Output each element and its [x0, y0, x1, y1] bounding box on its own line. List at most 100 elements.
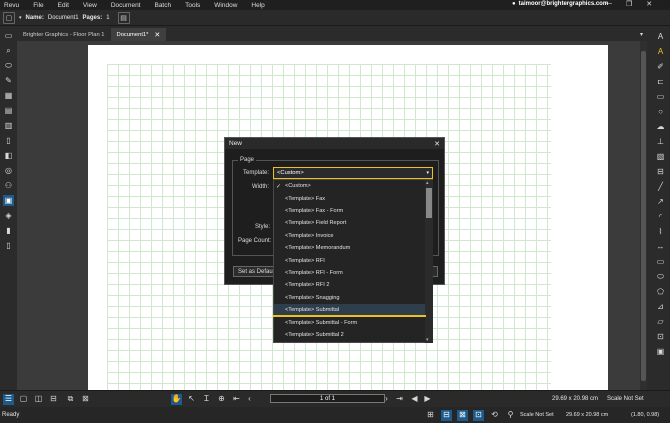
- dropdown-option[interactable]: <Template> RFI 2: [274, 279, 426, 291]
- dialog-titlebar[interactable]: New ✕: [225, 138, 444, 149]
- search-icon[interactable]: ⌕: [3, 45, 14, 56]
- image-icon[interactable]: ▧: [655, 151, 666, 162]
- close-tab-icon[interactable]: ✕: [154, 31, 160, 39]
- scroll-thumb[interactable]: [641, 51, 646, 381]
- vertical-scrollbar[interactable]: [640, 41, 647, 390]
- properties-icon[interactable]: ▤: [3, 105, 14, 116]
- prev-page-icon[interactable]: ‹: [244, 394, 255, 405]
- dropdown-arrow-icon[interactable]: ▾: [19, 15, 22, 21]
- scroll-down-icon[interactable]: ▾: [426, 337, 429, 343]
- select-text-icon[interactable]: Ɪ: [201, 394, 212, 405]
- menu-batch[interactable]: Batch: [147, 2, 178, 9]
- bookmarks-icon[interactable]: ⬭: [3, 60, 14, 71]
- dimension-icon[interactable]: ↔: [655, 241, 666, 252]
- first-page-icon[interactable]: ⇤: [231, 394, 242, 405]
- minimize-icon[interactable]: —: [605, 0, 612, 8]
- dropdown-option[interactable]: <Custom>: [274, 180, 426, 192]
- thumbnails-icon[interactable]: ▭: [3, 30, 14, 41]
- rectangle-tool-icon[interactable]: ▭: [655, 256, 666, 267]
- close-window-icon[interactable]: ✕: [646, 0, 652, 8]
- menu-window[interactable]: Window: [207, 2, 244, 9]
- dropdown-scroll-thumb[interactable]: [426, 188, 432, 218]
- grid-icon[interactable]: ⊞: [425, 410, 436, 421]
- dropdown-option[interactable]: <Template> Submittal - Form: [274, 316, 426, 328]
- list-view-icon[interactable]: ☰: [3, 393, 14, 405]
- dropdown-option[interactable]: <Template> Memorandum: [274, 242, 426, 254]
- cloud-icon[interactable]: ☁: [655, 121, 666, 132]
- stamp-icon[interactable]: ⊥: [655, 136, 666, 147]
- tab-list-chevron-icon[interactable]: ▾: [636, 29, 647, 40]
- circle-tool-icon[interactable]: ○: [655, 106, 666, 117]
- scroll-up-icon[interactable]: ▴: [426, 180, 429, 186]
- split-vertical-icon[interactable]: ◫: [33, 394, 44, 405]
- menu-file[interactable]: File: [26, 2, 50, 9]
- split-horizontal-icon[interactable]: ⊟: [48, 394, 59, 405]
- layers-panel-icon[interactable]: ▥: [3, 120, 14, 131]
- status-scale[interactable]: Scale Not Set: [520, 412, 554, 418]
- layers-icon[interactable]: ◈: [3, 210, 14, 221]
- next-view-icon[interactable]: ▶: [422, 394, 433, 405]
- select-arrow-icon[interactable]: ↖: [186, 394, 197, 405]
- arc-tool-icon[interactable]: ◜: [655, 211, 666, 222]
- highlight-text-icon[interactable]: A: [655, 46, 666, 57]
- links-icon[interactable]: ⚇: [3, 180, 14, 191]
- dropdown-option[interactable]: <Template> Snagging: [274, 292, 426, 304]
- snap-grid-icon[interactable]: ⊟: [441, 409, 452, 421]
- dialog-close-icon[interactable]: ✕: [434, 140, 440, 148]
- restore-icon[interactable]: ❐: [626, 0, 632, 8]
- callout-icon[interactable]: ⊏: [655, 76, 666, 87]
- dropdown-option[interactable]: <Template> Field Report: [274, 217, 426, 229]
- studio-icon[interactable]: ◎: [3, 165, 14, 176]
- template-select[interactable]: <Custom> ▾: [273, 167, 433, 179]
- tool-chest-icon[interactable]: ▦: [3, 90, 14, 101]
- dropdown-option[interactable]: <Template> RFI: [274, 254, 426, 266]
- toolbox-icon[interactable]: ▣: [3, 195, 14, 206]
- ellipse-tool-icon[interactable]: ⬭: [655, 271, 666, 282]
- polygon-icon[interactable]: ⬠: [655, 286, 666, 297]
- reuse-icon[interactable]: ⟲: [489, 410, 500, 421]
- dropdown-option[interactable]: <Template> Fax - Form: [274, 205, 426, 217]
- crop-icon[interactable]: ⊡: [655, 331, 666, 342]
- arrow-tool-icon[interactable]: ↗: [655, 196, 666, 207]
- snap-content-icon[interactable]: ⊠: [457, 409, 468, 421]
- page-number-input[interactable]: 1 of 1: [270, 394, 385, 403]
- dropdown-option[interactable]: <Template> Invoice: [274, 230, 426, 242]
- menu-view[interactable]: View: [76, 2, 104, 9]
- sync-status-icon[interactable]: ⚲: [505, 410, 516, 421]
- menu-tools[interactable]: Tools: [178, 2, 207, 9]
- dropdown-scrollbar[interactable]: ▴ ▾: [425, 180, 433, 343]
- snapshot-icon[interactable]: ▣: [655, 346, 666, 357]
- dropdown-option[interactable]: <Template> Fax: [274, 192, 426, 204]
- markup-icon[interactable]: ✎: [3, 75, 14, 86]
- note-icon[interactable]: ▭: [655, 91, 666, 102]
- menu-revu[interactable]: Revu: [0, 2, 26, 9]
- pen-icon[interactable]: ✐: [655, 61, 666, 72]
- measure-icon[interactable]: ⊿: [655, 301, 666, 312]
- compare-icon[interactable]: ⊠: [80, 394, 91, 405]
- user-account[interactable]: ● taimoor@brightergraphics.com: [512, 1, 608, 7]
- file-access-icon[interactable]: ▯: [3, 135, 14, 146]
- snap-markup-icon[interactable]: ⊡: [473, 409, 484, 421]
- attachment-icon[interactable]: ⊟: [655, 166, 666, 177]
- sync-icon[interactable]: ⧉: [65, 394, 76, 405]
- dropdown-option[interactable]: <Template> RFI - Form: [274, 267, 426, 279]
- previous-view-icon[interactable]: ◀: [409, 394, 420, 405]
- tab-floor-plan[interactable]: Brighter Graphics - Floor Plan 1: [17, 28, 111, 41]
- eraser-icon[interactable]: ▱: [655, 316, 666, 327]
- menu-document[interactable]: Document: [104, 2, 148, 9]
- dropdown-option[interactable]: <Template> Submittal 2: [274, 329, 426, 341]
- zoom-icon[interactable]: ⊕: [216, 394, 227, 405]
- last-page-icon[interactable]: ⇥: [394, 394, 405, 405]
- sets-icon[interactable]: ▯: [3, 240, 14, 251]
- pan-hand-icon[interactable]: ✋: [171, 393, 182, 405]
- menu-edit[interactable]: Edit: [51, 2, 76, 9]
- document-properties-icon[interactable]: ▤: [117, 11, 130, 24]
- lock-icon[interactable]: ▮: [3, 225, 14, 236]
- tab-document1[interactable]: Document1* ✕: [110, 28, 167, 41]
- new-document-icon[interactable]: ▢: [3, 11, 15, 24]
- line-tool-icon[interactable]: ╱: [655, 181, 666, 192]
- single-page-icon[interactable]: ▢: [18, 394, 29, 405]
- text-box-icon[interactable]: A: [655, 31, 666, 42]
- signatures-icon[interactable]: ◧: [3, 150, 14, 161]
- polyline-icon[interactable]: ⌇: [655, 226, 666, 237]
